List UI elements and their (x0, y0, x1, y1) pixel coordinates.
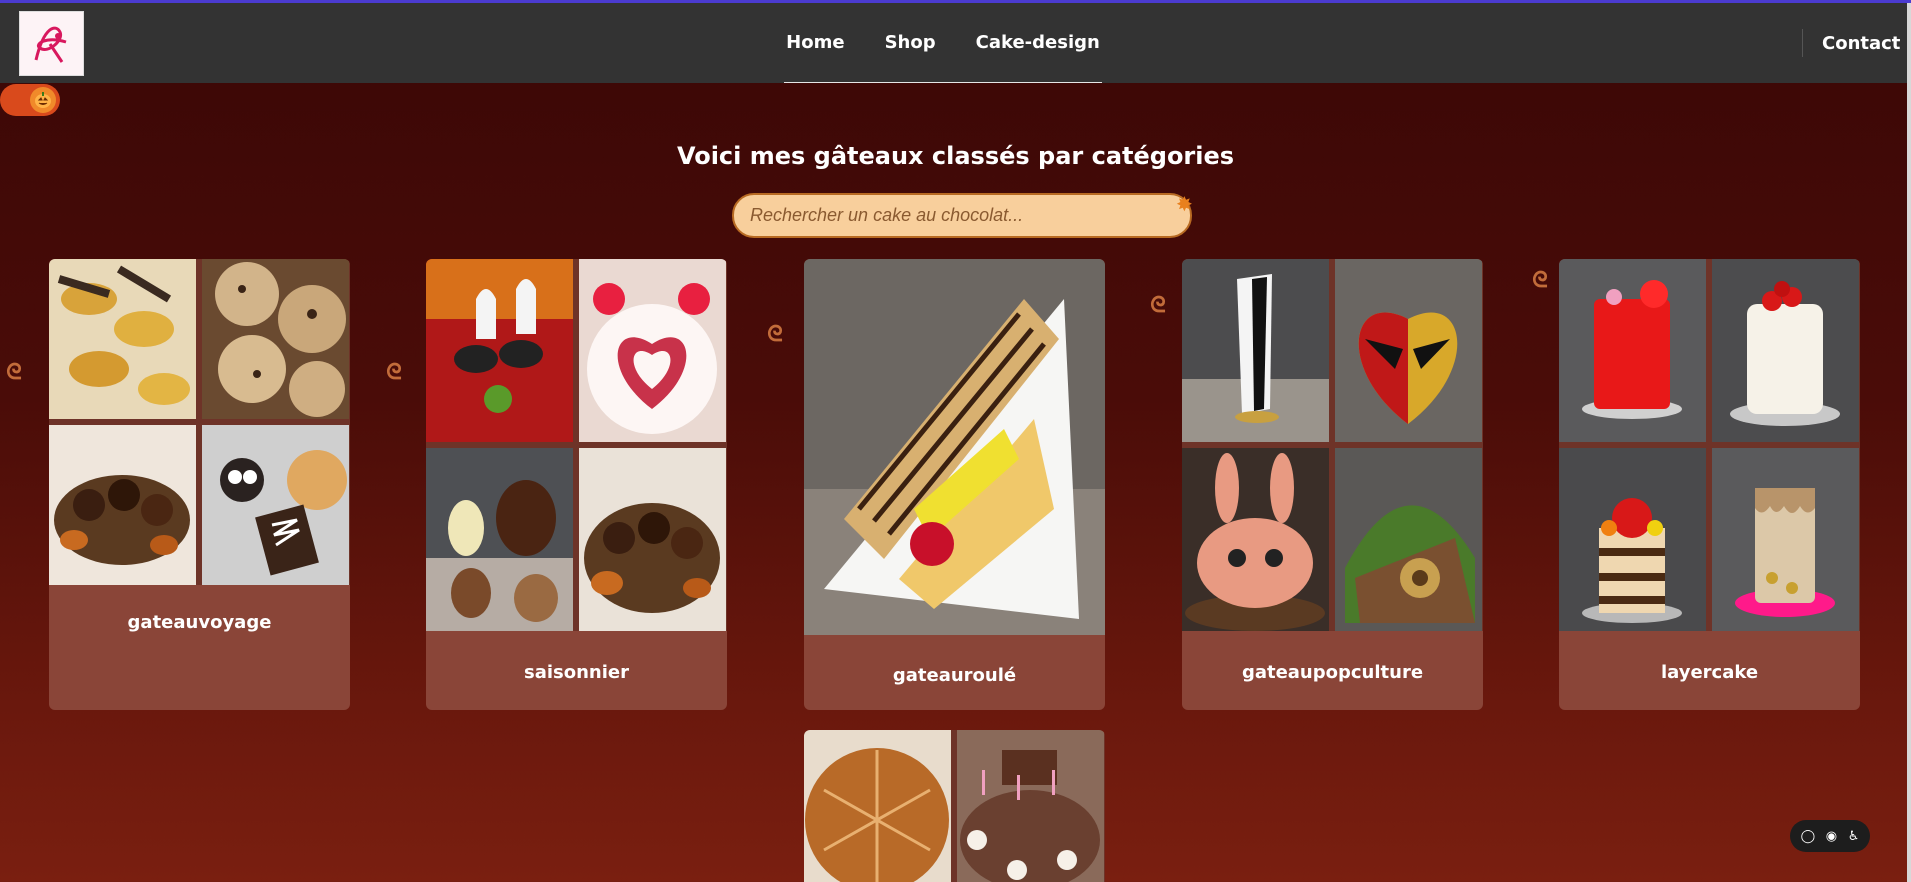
halloween-ghosts-photo (426, 259, 573, 442)
chocolates-basket-photo (49, 425, 196, 585)
croissant-icon: ᘓ (6, 359, 22, 384)
halloween-cookies-photo (202, 425, 349, 585)
accessibility-icon[interactable]: ♿ (1848, 828, 1860, 844)
category-card-gateauvoyage[interactable]: gateauvoyage (49, 259, 350, 710)
croissant-icon: ᘓ (1532, 267, 1548, 292)
naked-flower-cake-photo (1559, 448, 1706, 631)
birthday-cake-photo (957, 730, 1104, 882)
logo-monogram-icon (34, 26, 66, 63)
croissant-icon: ᘓ (386, 359, 402, 384)
category-label: layercake (1660, 662, 1759, 683)
main-nav: Home Shop Cake-design (784, 3, 1102, 83)
category-label: saisonnier (524, 662, 629, 683)
nav-shop[interactable]: Shop (885, 32, 936, 53)
site-header: Home Shop Cake-design Contact (0, 3, 1911, 83)
category-label: gateaupopculture (1241, 662, 1424, 683)
heart-mask-cake-photo (1335, 259, 1482, 442)
white-strawberry-cake-photo (1712, 259, 1859, 442)
card-image-grid (1559, 259, 1860, 631)
category-card-gateauroule[interactable]: gateauroulé (804, 259, 1105, 710)
nav-cake-design[interactable]: Cake-design (976, 32, 1100, 53)
console-cake-photo (1182, 259, 1329, 442)
cookies-photo (202, 259, 349, 419)
card-image-grid (426, 259, 727, 631)
category-label: gateauvoyage (127, 612, 272, 633)
drip-cake-photo (1712, 448, 1859, 631)
heart-cake-photo (579, 259, 726, 442)
croissant-icon: ᘓ (1150, 292, 1166, 317)
roll-cake-photo (804, 259, 1105, 635)
card-image-grid (1182, 259, 1483, 631)
page-title: Voici mes gâteaux classés par catégories (676, 142, 1235, 170)
madeleines-photo (49, 259, 196, 419)
theme-toggle[interactable] (0, 84, 60, 116)
accessibility-toolbar: ◯ ◉ ♿ (1790, 820, 1870, 852)
card-image-grid (804, 730, 1105, 882)
card-image-grid (49, 259, 350, 585)
category-card-layercake[interactable]: layercake (1559, 259, 1860, 710)
maple-leaf-icon: ✸ (1176, 194, 1193, 216)
site-logo[interactable] (19, 11, 84, 76)
hobbit-house-cake-photo (1335, 448, 1482, 631)
bunny-cake-photo (1182, 448, 1329, 631)
nav-divider (1802, 29, 1803, 57)
comment-icon[interactable]: ◯ (1801, 828, 1816, 844)
chocolates-basket-photo (579, 448, 726, 631)
category-label: gateauroulé (892, 665, 1017, 686)
category-card-gateaupopculture[interactable]: gateaupopculture (1182, 259, 1483, 710)
eye-icon[interactable]: ◉ (1826, 828, 1837, 844)
nav-home[interactable]: Home (786, 32, 844, 53)
page-scrollbar[interactable] (1907, 3, 1911, 882)
category-card-saisonnier[interactable]: saisonnier (426, 259, 727, 710)
easter-chocolates-photo (426, 448, 573, 631)
search-input[interactable] (750, 205, 1174, 226)
pumpkin-icon (30, 87, 56, 113)
croissant-icon: ᘓ (767, 321, 783, 346)
galette-photo (804, 730, 951, 882)
search-box (732, 193, 1192, 238)
nav-contact[interactable]: Contact (1822, 33, 1900, 54)
red-layer-cake-photo (1559, 259, 1706, 442)
category-card-partial[interactable] (804, 730, 1105, 882)
